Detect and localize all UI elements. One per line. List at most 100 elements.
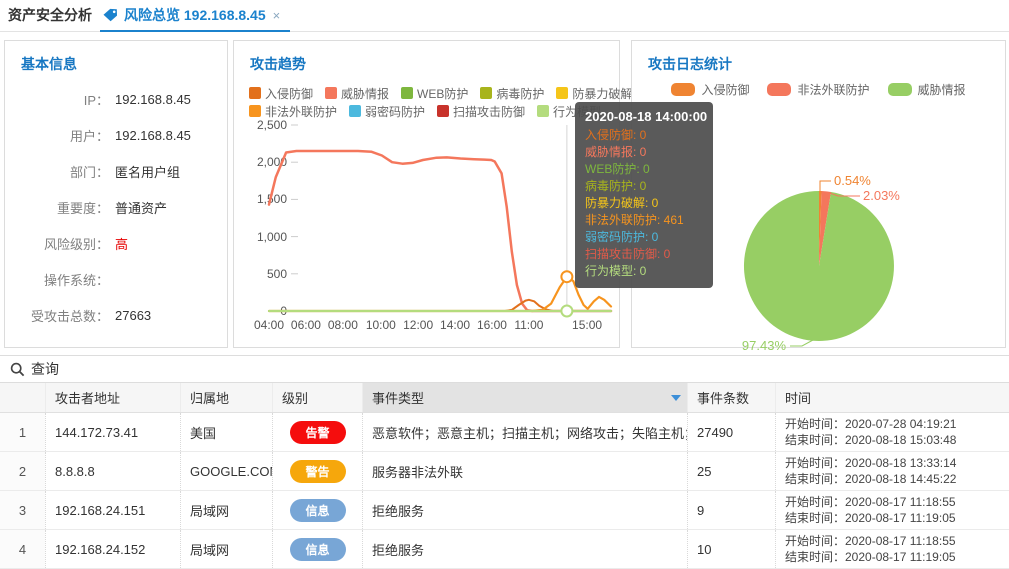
trend-legend-item[interactable]: 弱密码防护 [349,103,425,120]
legend-label: 扫描攻击防御 [453,103,525,120]
pie-legend-item[interactable]: 威胁情报 [888,81,966,98]
tab-risk-overview[interactable]: 风险总览 192.168.8.45× [100,0,290,32]
tooltip-row: 弱密码防护: 0 [585,229,703,246]
basic-info-fields: IP：192.168.8.45用户：192.168.8.45部门：匿名用户组重要… [5,81,227,333]
info-row: 重要度： 普通资产 [5,189,227,225]
legend-swatch [437,105,449,117]
attacker-address: 144.172.73.41 [45,413,180,451]
time-cell: 开始时间：2020-08-17 11:18:55结束时间：2020-08-17 … [775,530,1009,568]
pie-legend-item[interactable]: 入侵防御 [671,81,749,98]
trend-legend-item[interactable]: 入侵防御 [249,85,313,102]
legend-label: 入侵防御 [701,81,749,98]
pie-slice-威胁情报[interactable] [744,191,894,341]
legend-swatch [556,87,568,99]
attacker-address: 192.168.24.151 [45,491,180,529]
time-start: 开始时间：2020-08-18 13:33:14 [785,455,956,471]
legend-swatch [671,83,695,96]
trend-legend-row1: 入侵防御威胁情报WEB防护病毒防护防暴力破解 [249,85,609,101]
event-type-text: 拒绝服务 [372,540,424,559]
series-入侵防御 [269,300,611,311]
pie-slice-label: 0.54% [834,173,871,188]
trend-legend-row2: 非法外联防护弱密码防护扫描攻击防御行为模型 [249,103,609,119]
location: 美国 [180,413,272,451]
header-cell: 级别 [272,383,362,412]
legend-label: 弱密码防护 [365,103,425,120]
table-row[interactable]: 4192.168.24.152局域网信息拒绝服务10开始时间：2020-08-1… [0,530,1009,569]
info-label: 重要度： [5,198,109,217]
info-value: 普通资产 [115,198,167,217]
time-end: 结束时间：2020-08-18 14:45:22 [785,471,956,487]
trend-legend-item[interactable]: 防暴力破解 [556,85,632,102]
info-label: 受攻击总数： [5,306,109,325]
pie-leader-line [820,181,831,191]
risk-overview-page: 资产安全分析 风险总览 192.168.8.45× 基本信息 IP：192.16… [0,0,1009,564]
header-cell[interactable]: 事件类型 [362,383,687,412]
level-cell: 信息 [272,530,362,568]
header-cell [0,383,45,412]
query-bar[interactable]: 查询 [0,355,1009,383]
attacker-address: 192.168.24.152 [45,530,180,568]
legend-swatch [888,83,912,96]
event-type: 拒绝服务 [362,530,687,568]
series-非法外联防护 [269,277,611,311]
time-start: 开始时间：2020-08-17 11:18:55 [785,494,956,510]
tooltip-row: 病毒防护: 0 [585,178,703,195]
tooltip-row: 非法外联防护: 461 [585,212,703,229]
x-axis-label: 15:00 [565,318,609,332]
header-cell-label: 级别 [282,388,308,407]
trend-legend-item[interactable]: 扫描攻击防御 [437,103,525,120]
level-badge: 信息 [290,538,346,561]
tooltip-title: 2020-08-18 14:00:00 [585,109,703,124]
info-label: 操作系统： [5,270,109,289]
table-row[interactable]: 1144.172.73.41美国告警恶意软件；恶意主机；扫描主机；网络攻击；失陷… [0,413,1009,452]
level-cell: 告警 [272,413,362,451]
attack-trend-title: 攻击趋势 [250,54,306,74]
info-value: 匿名用户组 [115,162,180,181]
event-type: 恶意软件；恶意主机；扫描主机；网络攻击；失陷主机；服务 [362,413,687,451]
tooltip-row: 威胁情报: 0 [585,144,703,161]
info-row: IP：192.168.8.45 [5,81,227,117]
level-badge: 告警 [290,421,346,444]
header-cell: 时间 [775,383,1009,412]
time-end: 结束时间：2020-08-18 15:03:48 [785,432,956,448]
table-row[interactable]: 3192.168.24.151局域网信息拒绝服务9开始时间：2020-08-17… [0,491,1009,530]
header-cell: 事件条数 [687,383,775,412]
hover-marker [561,271,572,282]
event-count: 9 [687,491,775,529]
event-type-text: 拒绝服务 [372,501,424,520]
legend-label: 防暴力破解 [572,85,632,102]
info-row: 部门：匿名用户组 [5,153,227,189]
info-row: 操作系统： [5,261,227,297]
legend-swatch [249,105,261,117]
trend-legend-item[interactable]: 病毒防护 [480,85,544,102]
info-value: 高 [115,234,128,253]
legend-label: 威胁情报 [341,85,389,102]
time-cell: 开始时间：2020-08-18 13:33:14结束时间：2020-08-18 … [775,452,1009,490]
row-index: 3 [0,491,45,529]
close-icon[interactable]: × [273,8,281,23]
panel-attack-trend: 攻击趋势 入侵防御威胁情报WEB防护病毒防护防暴力破解 非法外联防护弱密码防护扫… [233,40,620,348]
row-index: 4 [0,530,45,568]
sort-desc-icon[interactable] [671,395,681,401]
info-value: 27663 [115,308,151,323]
pie-legend-item[interactable]: 非法外联防护 [767,81,869,98]
table-row[interactable]: 28.8.8.8GOOGLE.COM警告服务器非法外联25开始时间：2020-0… [0,452,1009,491]
pie-leader-line [790,340,813,346]
tooltip-rows: 入侵防御: 0威胁情报: 0WEB防护: 0病毒防护: 0防暴力破解: 0非法外… [585,127,703,280]
event-type: 服务器非法外联 [362,452,687,490]
basic-info-title: 基本信息 [21,54,77,74]
legend-swatch [767,83,791,96]
x-axis-label: 11:00 [507,318,551,332]
location: GOOGLE.COM [180,452,272,490]
trend-legend-item[interactable]: 非法外联防护 [249,103,337,120]
trend-legend-item[interactable]: 威胁情报 [325,85,389,102]
row-index: 2 [0,452,45,490]
pie-legend: 入侵防御 非法外联防护 威胁情报 [632,81,1005,98]
pie-slice-label: 2.03% [863,188,900,203]
legend-swatch [401,87,413,99]
tab-asset-analysis[interactable]: 资产安全分析 [8,0,92,30]
legend-swatch [249,87,261,99]
trend-legend-item[interactable]: WEB防护 [401,85,468,102]
tab-bar: 资产安全分析 风险总览 192.168.8.45× [0,0,1009,32]
trend-chart[interactable] [269,125,611,311]
